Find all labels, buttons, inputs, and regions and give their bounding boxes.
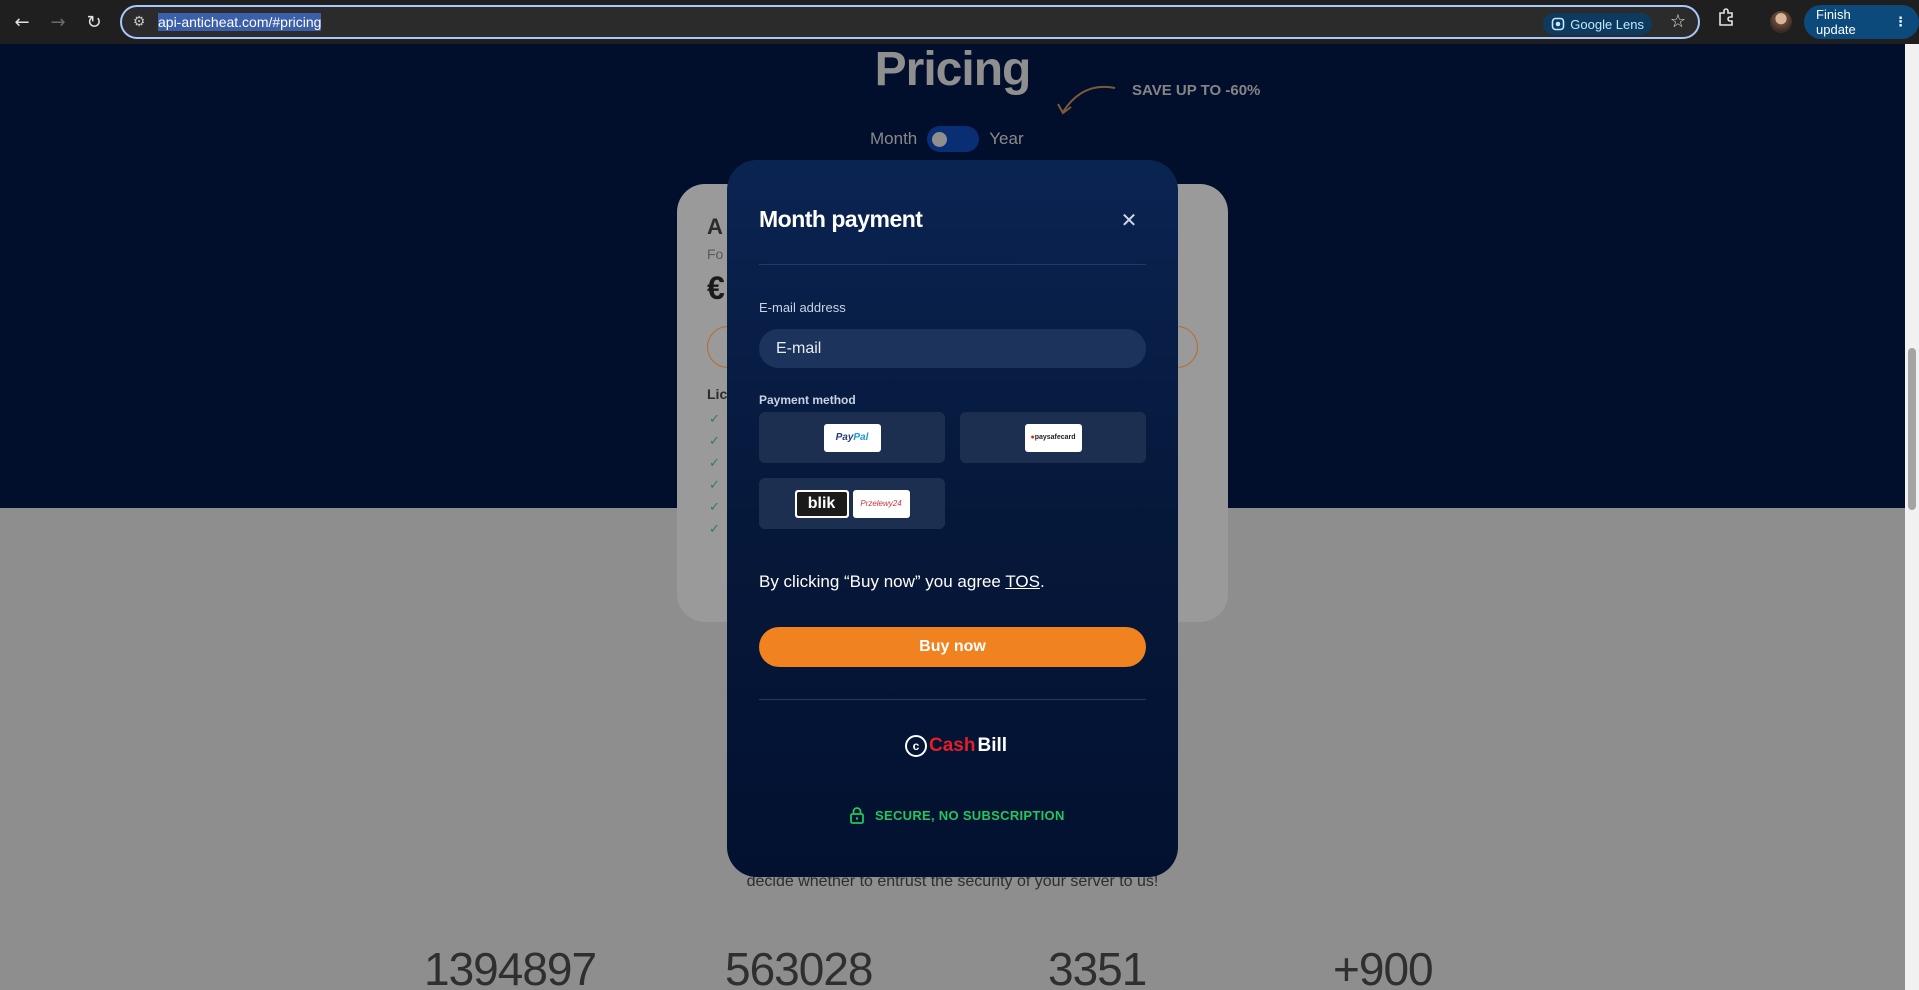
blik-logo: blik <box>794 489 849 518</box>
lens-label: Google Lens <box>1570 16 1644 32</box>
page-content: Pricing SAVE UP TO -60% Month Year A Fo … <box>0 44 1905 990</box>
forward-icon[interactable]: → <box>40 4 76 40</box>
browser-toolbar: ← → ↻ ⚙ api-anticheat.com/#pricing Googl… <box>0 0 1919 44</box>
billing-toggle-row: Month Year <box>870 126 1024 152</box>
tos-notice: By clicking “Buy now” you agree TOS. <box>759 572 1045 592</box>
back-icon[interactable]: ← <box>4 4 40 40</box>
toggle-month-label: Month <box>870 129 918 148</box>
przelewy24-logo: Przelewy24 <box>852 489 910 518</box>
lens-icon <box>1551 17 1565 31</box>
toggle-year-label: Year <box>989 129 1024 148</box>
paypal-option[interactable]: Pay Pal <box>759 412 945 463</box>
secure-notice: SECURE, NO SUBSCRIPTION <box>849 806 1065 824</box>
reload-icon[interactable]: ↻ <box>76 4 112 40</box>
toggle-knob <box>932 132 948 147</box>
cashbill-bill: Bill <box>977 735 1008 756</box>
curved-arrow-icon <box>1057 85 1116 115</box>
profile-avatar[interactable] <box>1770 11 1792 33</box>
scrollbar-thumb[interactable] <box>1908 348 1916 510</box>
cashbill-icon: c <box>905 735 927 757</box>
card-list-heading: Lic <box>707 386 728 402</box>
email-label: E-mail address <box>759 300 846 315</box>
cashbill-cash: Cash <box>929 735 976 756</box>
buy-now-button[interactable]: Buy now <box>759 627 1146 667</box>
paysafecard-logo: ● paysafecard <box>1024 423 1082 452</box>
stat-value: 563028 <box>725 943 873 990</box>
email-field[interactable] <box>759 329 1146 368</box>
menu-icon: ⋮ <box>1894 14 1907 30</box>
payment-modal: Month payment ✕ E-mail address Payment m… <box>727 160 1178 877</box>
paypal-logo: Pay Pal <box>823 423 881 452</box>
card-subtitle: Fo <box>707 246 724 262</box>
check-icon: ✓ <box>709 500 720 515</box>
card-title: A <box>707 214 723 239</box>
cashbill-logo: c Cash Bill <box>905 735 1007 757</box>
url-text[interactable]: api-anticheat.com/#pricing <box>158 13 322 31</box>
pricing-title: Pricing <box>874 44 1032 96</box>
payment-method-label: Payment method <box>759 393 856 407</box>
tos-link[interactable]: TOS <box>1005 572 1040 591</box>
blik-przelewy24-option[interactable]: blik Przelewy24 <box>759 478 945 529</box>
update-label: Finish update <box>1816 7 1856 37</box>
tos-suffix: . <box>1039 572 1045 591</box>
extensions-icon[interactable] <box>1715 6 1737 33</box>
close-icon[interactable]: ✕ <box>1119 210 1139 230</box>
stat-value: +900 <box>1333 943 1434 990</box>
check-icon: ✓ <box>709 412 720 427</box>
stat-value: 3351 <box>1048 943 1147 990</box>
divider <box>759 264 1146 265</box>
tos-prefix: By clicking “Buy now” you agree <box>759 572 1006 591</box>
divider <box>759 699 1146 700</box>
paysafecard-option[interactable]: ● paysafecard <box>960 412 1146 463</box>
check-icon: ✓ <box>709 434 720 449</box>
google-lens-button[interactable]: Google Lens <box>1543 13 1652 35</box>
check-icon: ✓ <box>709 522 720 537</box>
lock-icon <box>850 807 864 824</box>
page-scrollbar[interactable] <box>1905 44 1919 990</box>
secure-text: SECURE, NO SUBSCRIPTION <box>875 807 1065 823</box>
modal-title: Month payment <box>759 206 923 232</box>
check-icon: ✓ <box>709 456 720 471</box>
bookmark-star-icon[interactable]: ☆ <box>1670 11 1686 32</box>
address-bar[interactable]: ⚙ api-anticheat.com/#pricing Google Lens… <box>120 5 1700 39</box>
card-price: € <box>707 270 725 306</box>
finish-update-button[interactable]: Finish update ⋮ <box>1804 5 1919 39</box>
save-label: SAVE UP TO -60% <box>1132 82 1261 99</box>
check-icon: ✓ <box>709 478 720 493</box>
stat-value: 1394897 <box>424 943 597 990</box>
billing-period-toggle[interactable] <box>927 126 980 152</box>
site-info-icon[interactable]: ⚙ <box>122 14 156 30</box>
